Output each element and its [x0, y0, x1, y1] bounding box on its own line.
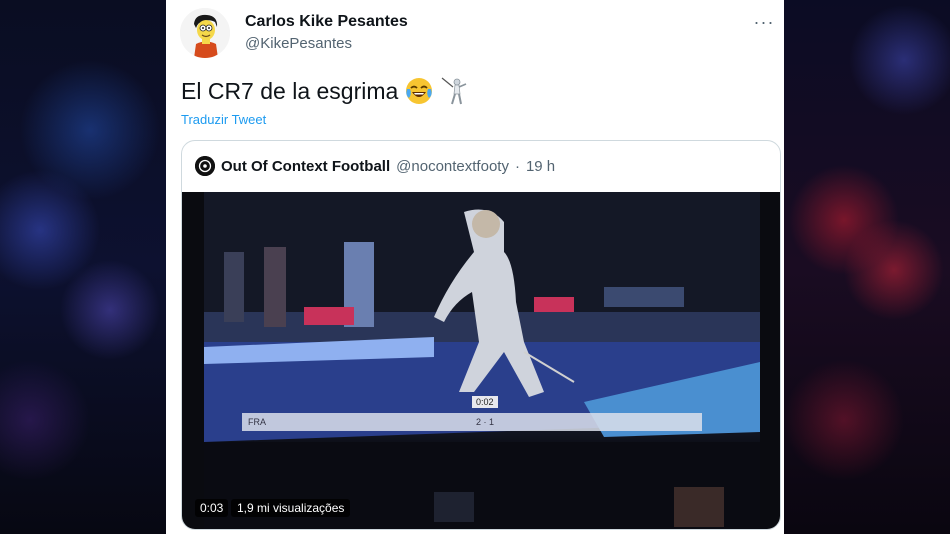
- author-name[interactable]: Carlos Kike Pesantes: [245, 13, 408, 31]
- tweet-text-content: El CR7 de la esgrima: [181, 77, 399, 104]
- tweet-text: El CR7 de la esgrima: [181, 76, 470, 106]
- more-icon: ···: [753, 11, 775, 32]
- video-player[interactable]: 0:02 FRA 2 · 1 0:03 1,9 mi visualizações: [182, 192, 780, 529]
- scoreboard-score: 2 · 1: [476, 417, 495, 427]
- quoted-timestamp[interactable]: 19 h: [526, 158, 555, 175]
- quoted-tweet-header: Out Of Context Football @nocontextfooty …: [195, 156, 555, 176]
- avatar-cartoon-icon: [180, 8, 230, 58]
- scoreboard-clock: 0:02: [472, 396, 498, 408]
- background-right: [784, 0, 950, 534]
- quoted-author-name[interactable]: Out Of Context Football: [221, 158, 390, 175]
- translate-tweet-link[interactable]: Traduzir Tweet: [181, 112, 266, 127]
- quoted-tweet[interactable]: Out Of Context Football @nocontextfooty …: [181, 140, 781, 530]
- video-frame: [204, 192, 760, 529]
- separator: ·: [514, 157, 520, 175]
- video-view-count: 1,9 mi visualizações: [231, 499, 351, 517]
- tweet-card: Carlos Kike Pesantes @KikePesantes ··· E…: [166, 0, 784, 534]
- avatar[interactable]: [180, 8, 230, 58]
- more-button[interactable]: ···: [752, 10, 776, 34]
- quoted-avatar[interactable]: [195, 156, 215, 176]
- fencer-icon: [440, 76, 470, 106]
- video-scene: [204, 192, 760, 529]
- football-logo-icon: [195, 156, 215, 176]
- video-elapsed-time: 0:03: [195, 499, 229, 517]
- background-left: [0, 0, 166, 534]
- author-handle[interactable]: @KikePesantes: [245, 35, 352, 52]
- face-with-tears-of-joy-icon: [404, 76, 434, 106]
- scoreboard-team: FRA: [248, 417, 266, 427]
- scoreboard: FRA 2 · 1: [242, 413, 702, 431]
- quoted-author-handle[interactable]: @nocontextfooty: [396, 158, 509, 175]
